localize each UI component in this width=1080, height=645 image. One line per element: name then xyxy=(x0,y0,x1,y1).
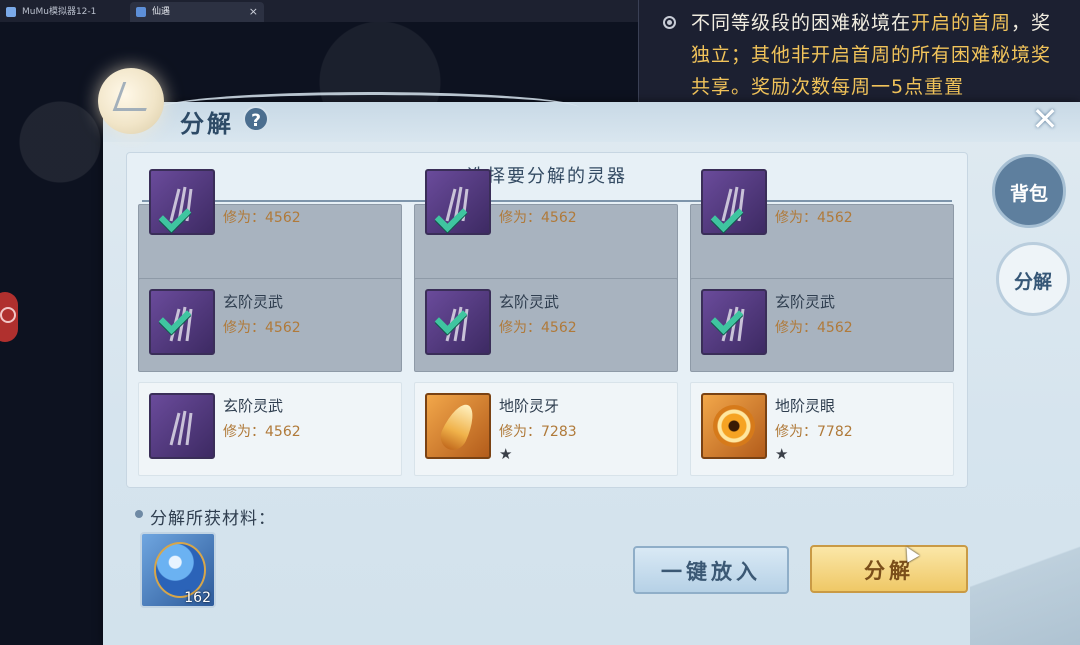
item-name: 玄阶灵武 xyxy=(223,397,284,415)
item-name: 玄阶灵武 xyxy=(775,293,836,311)
eye-icon xyxy=(701,393,767,459)
material-count: 162 xyxy=(184,590,211,606)
app-icon xyxy=(6,7,16,17)
item-stat: 修为：4562 xyxy=(223,320,301,336)
spirit-item-list: 选择要分解的灵器 修为：4562 修为：4562 修为：4562 玄阶灵武 修为… xyxy=(126,152,968,488)
list-item[interactable]: 玄阶灵武 修为：4562 xyxy=(138,278,402,372)
window-tab-bar: MuMu模拟器12-1 仙遇 × xyxy=(0,0,640,22)
item-name: 地阶灵眼 xyxy=(775,397,836,415)
item-name: 玄阶灵武 xyxy=(223,293,284,311)
item-stat: 修为：4562 xyxy=(223,424,301,440)
list-item[interactable]: 玄阶灵武 修为：4562 xyxy=(138,382,402,476)
fang-icon xyxy=(425,393,491,459)
tab-bag[interactable]: 背包 xyxy=(992,154,1066,228)
item-stat: 修为：4562 xyxy=(499,210,577,226)
item-stat: 修为：7782 xyxy=(775,424,853,440)
tab-label: MuMu模拟器12-1 xyxy=(22,7,97,17)
decompose-button[interactable]: 分解 xyxy=(810,545,968,593)
claw-weapon-icon xyxy=(149,169,215,235)
star-icon: ★ xyxy=(499,445,513,463)
radio-bullet-icon xyxy=(663,16,676,29)
rules-tooltip: 不同等级段的困难秘境在开启的首周，奖 独立；其他非开启首周的所有困难秘境奖 共享… xyxy=(638,0,1080,104)
tab-label: 仙遇 xyxy=(152,7,171,17)
star-icon: ★ xyxy=(775,445,789,463)
put-all-button[interactable]: 一键放入 xyxy=(633,546,789,594)
game-icon xyxy=(136,7,146,17)
list-item[interactable]: 地阶灵眼 修为：7782 ★ xyxy=(690,382,954,476)
list-item[interactable]: 地阶灵牙 修为：7283 ★ xyxy=(414,382,678,476)
mountain-decoration xyxy=(970,520,1080,645)
close-button[interactable]: ✕ xyxy=(1030,103,1060,135)
tooltip-line-3: 共享。奖励次数每周一5点重置 xyxy=(691,76,965,98)
list-title: 选择要分解的灵器 xyxy=(467,166,627,187)
item-stat: 修为：4562 xyxy=(775,320,853,336)
tab-mumu[interactable]: MuMu模拟器12-1 xyxy=(0,2,126,22)
claw-weapon-icon xyxy=(425,169,491,235)
item-name: 地阶灵牙 xyxy=(499,397,560,415)
item-stat: 修为：4562 xyxy=(223,210,301,226)
claw-weapon-icon xyxy=(149,393,215,459)
item-stat: 修为：7283 xyxy=(499,424,577,440)
material-slot[interactable]: 162 xyxy=(140,532,216,608)
tab-decompose[interactable]: 分解 xyxy=(996,242,1070,316)
item-stat: 修为：4562 xyxy=(499,320,577,336)
tab-xianyu[interactable]: 仙遇 × xyxy=(130,2,264,22)
tab-close-icon[interactable]: × xyxy=(249,2,258,22)
floating-assist-icon[interactable] xyxy=(0,292,18,342)
item-stat: 修为：4562 xyxy=(775,210,853,226)
panel-title: 分解 xyxy=(180,110,234,138)
help-button[interactable]: ? xyxy=(243,106,269,132)
list-item[interactable]: 玄阶灵武 修为：4562 xyxy=(690,278,954,372)
claw-weapon-icon xyxy=(701,169,767,235)
list-item[interactable]: 玄阶灵武 修为：4562 xyxy=(414,278,678,372)
item-name: 玄阶灵武 xyxy=(499,293,560,311)
tooltip-line-2: 独立；其他非开启首周的所有困难秘境奖 xyxy=(691,44,1052,66)
divider xyxy=(142,200,952,202)
tooltip-line-1: 不同等级段的困难秘境在开启的首周，奖 xyxy=(691,12,1052,34)
materials-label: 分解所获材料： xyxy=(150,509,276,529)
